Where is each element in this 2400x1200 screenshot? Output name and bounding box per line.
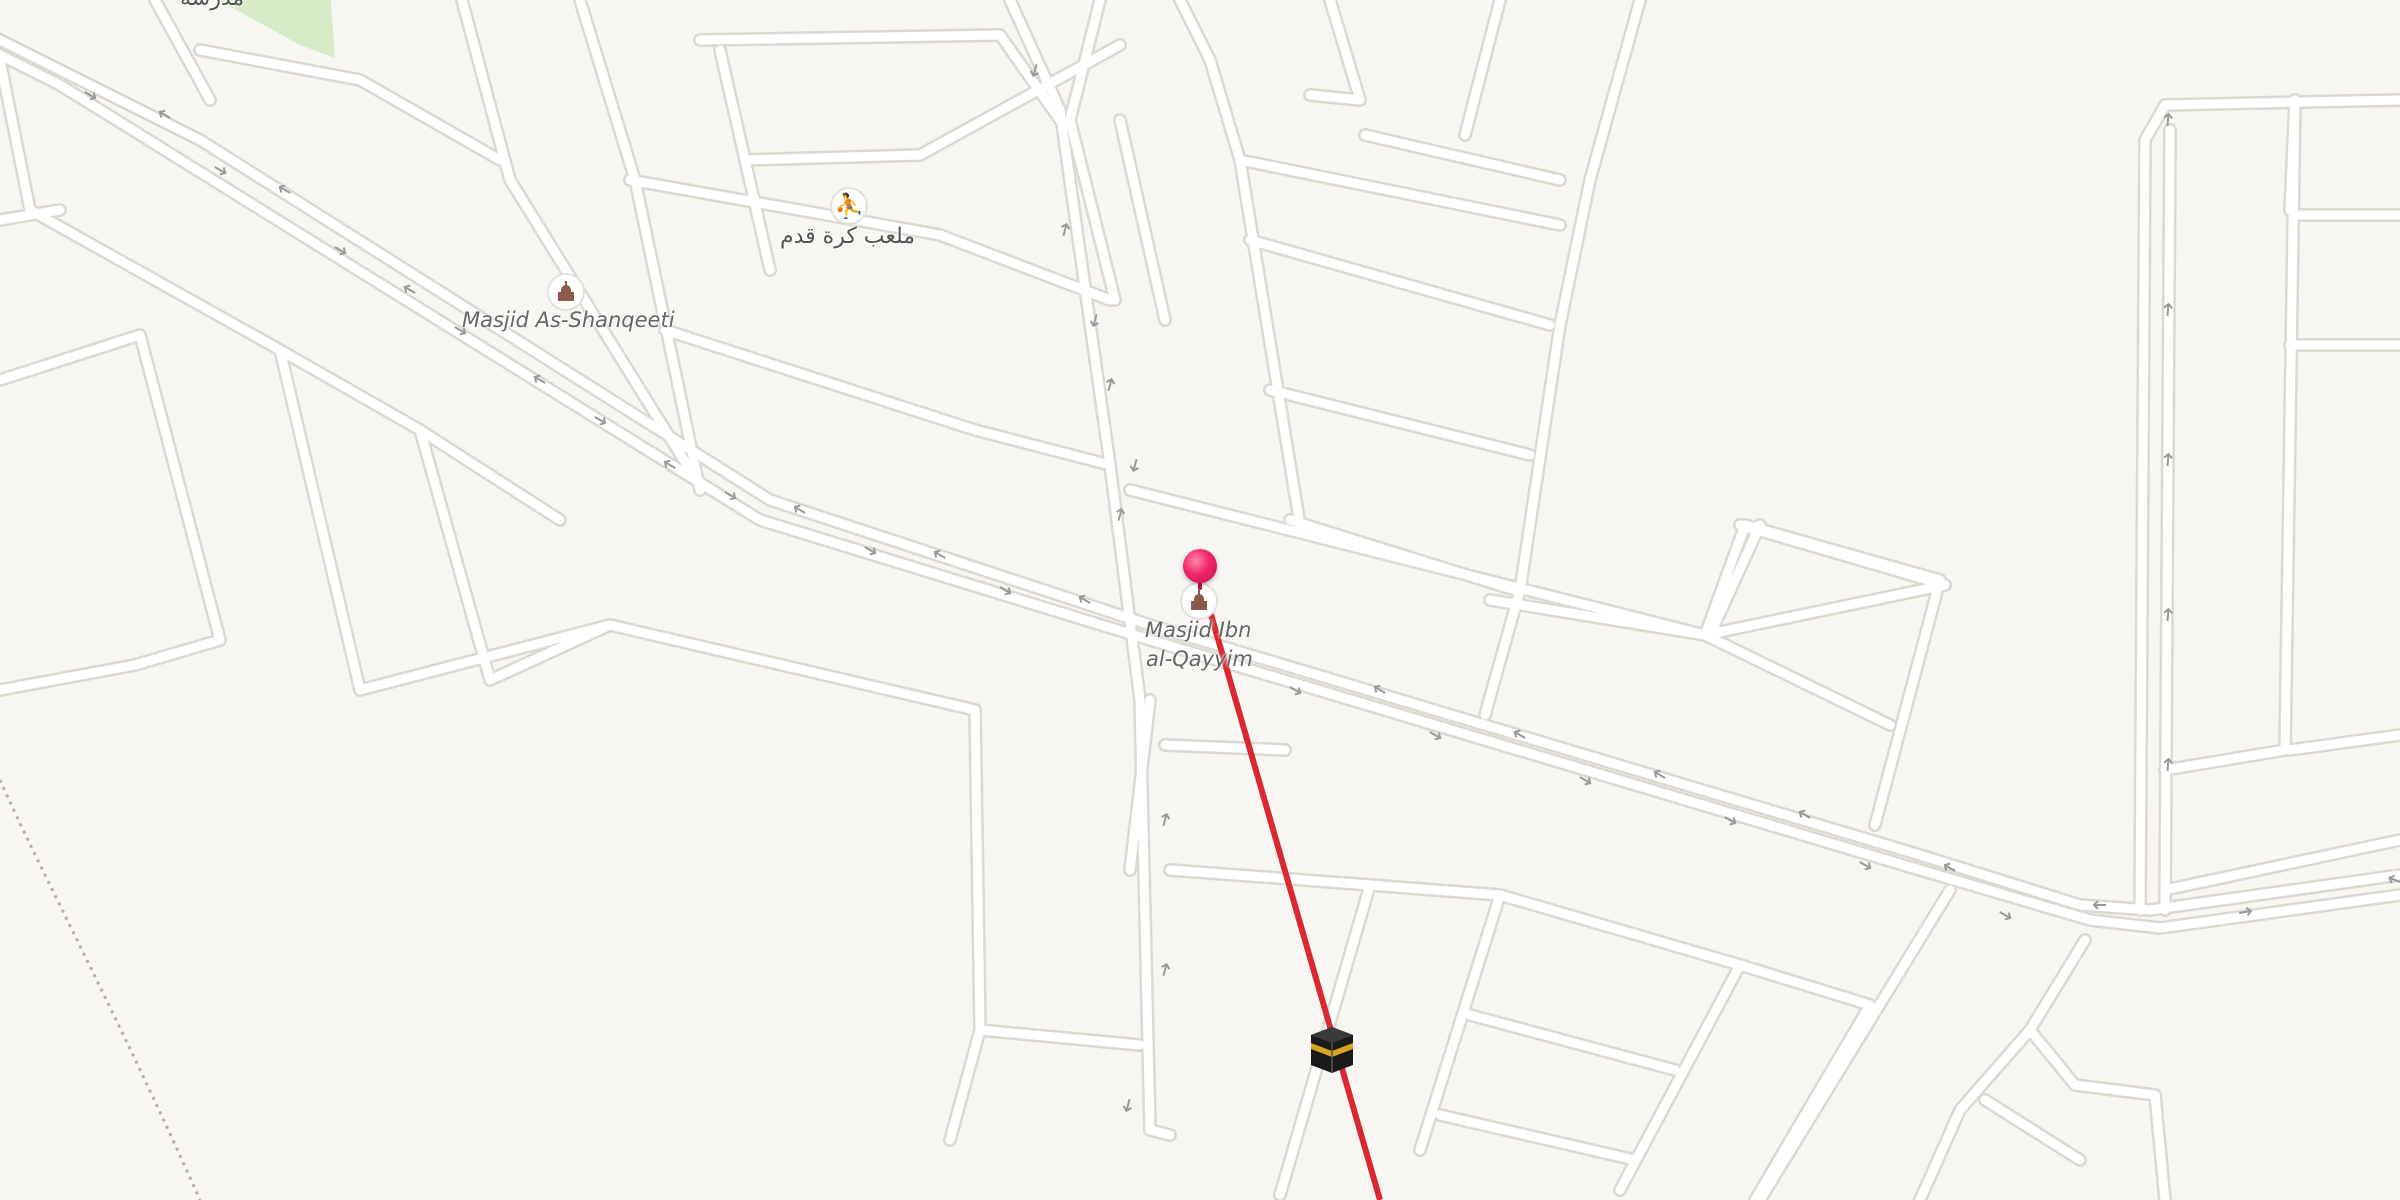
poi-label-masjid-ibn-qayyim-line2[interactable]: al-Qayyim xyxy=(1146,645,1253,674)
poi-label-partial[interactable]: مدرسة xyxy=(180,0,244,13)
poi-label-masjid-ibn-qayyim-line1[interactable]: Masjid Ibn xyxy=(1145,616,1251,645)
location-pin-icon[interactable] xyxy=(1183,549,1217,583)
road xyxy=(2285,95,2300,215)
one-way-arrow-icon xyxy=(1129,458,1139,473)
poi-label-masjid-shanqeeti[interactable]: Masjid As-Shanqeeti xyxy=(462,306,675,335)
road xyxy=(970,705,1145,1050)
road xyxy=(2025,1025,2170,1200)
road xyxy=(1005,0,1175,1140)
road xyxy=(1115,115,1170,325)
poi-label-football-pitch[interactable]: ملعب كرة قدم xyxy=(780,222,915,251)
road-casing xyxy=(193,43,507,167)
road xyxy=(1305,0,1365,105)
road xyxy=(1245,235,1555,330)
road xyxy=(0,330,225,695)
road xyxy=(1755,885,1955,1200)
football-pitch-icon[interactable]: ⛹ xyxy=(830,187,868,225)
one-way-arrow-icon xyxy=(1122,1098,1132,1113)
road-casing xyxy=(0,47,2400,935)
road xyxy=(740,155,775,275)
road xyxy=(0,49,2400,933)
road xyxy=(945,1025,985,1145)
road xyxy=(1980,1095,2085,1165)
road-casing xyxy=(968,703,1147,1052)
one-way-arrow-icon xyxy=(1161,962,1171,977)
road xyxy=(195,45,505,165)
road xyxy=(1165,865,1875,1010)
road-casing xyxy=(0,53,567,527)
road xyxy=(2160,95,2300,775)
road-casing xyxy=(1173,0,1307,532)
road xyxy=(1360,130,1565,185)
road xyxy=(695,30,1005,45)
one-way-arrow-icon xyxy=(1161,812,1171,827)
road xyxy=(1700,580,1950,640)
road xyxy=(0,55,565,525)
road xyxy=(660,325,1115,470)
road xyxy=(0,34,2400,915)
road xyxy=(1435,1110,1640,1165)
road xyxy=(1735,520,1950,590)
map-canvas[interactable]: Masjid As-Shanqeeti ⛹ ملعب كرة قدم مدرسة… xyxy=(0,0,2400,1200)
road xyxy=(1615,960,1745,1195)
road xyxy=(1465,1010,1680,1075)
road xyxy=(1460,0,1505,140)
road xyxy=(2160,125,2175,915)
railway-line xyxy=(0,779,202,1200)
road-casing xyxy=(2158,93,2302,777)
road xyxy=(1160,740,1290,755)
road-casing xyxy=(1163,863,1877,1012)
one-way-arrow-icon xyxy=(1999,911,2012,921)
kaaba-icon[interactable] xyxy=(1305,1021,1359,1075)
road xyxy=(1750,1000,1875,1200)
road-casing xyxy=(0,32,2400,917)
road xyxy=(1265,385,1535,460)
one-way-arrow-icon xyxy=(1061,222,1071,237)
